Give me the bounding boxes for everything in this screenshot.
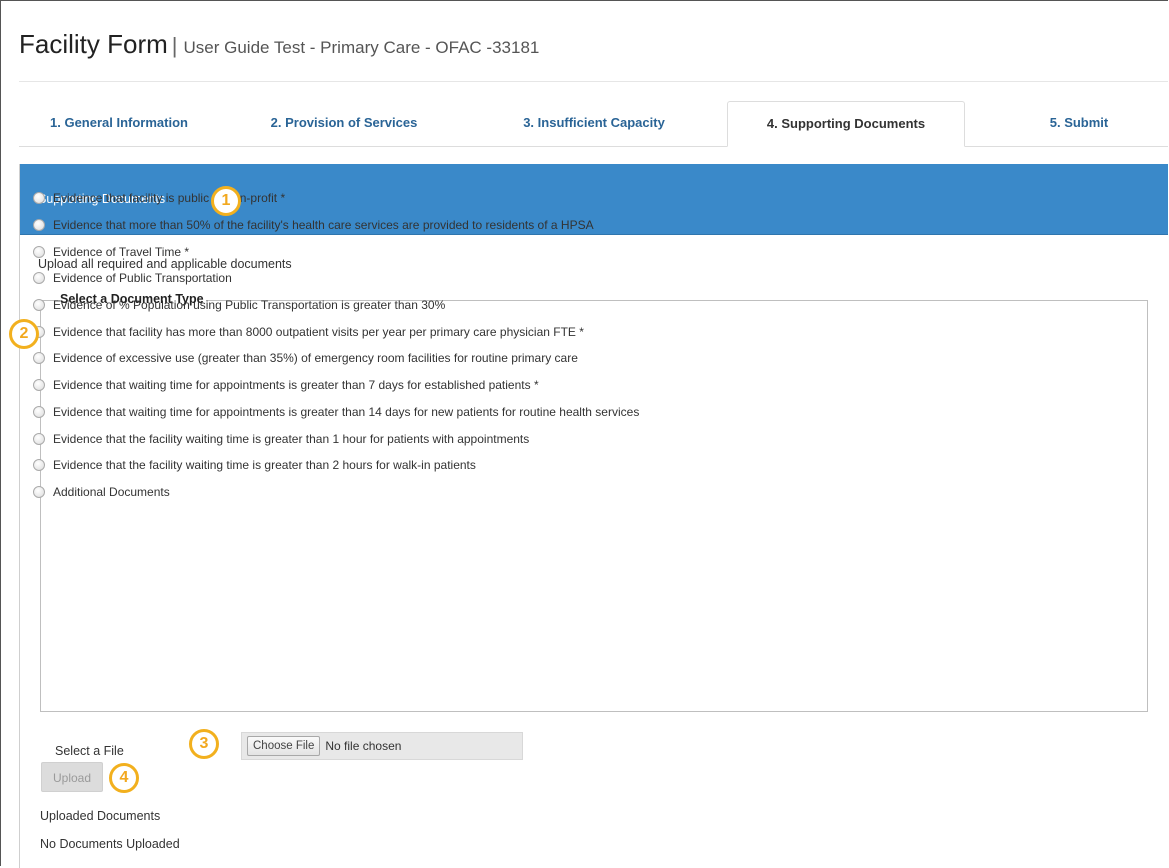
document-type-option[interactable]: Evidence that facility has more than 800… bbox=[33, 318, 639, 345]
document-type-option[interactable]: Evidence that facility is public or non-… bbox=[33, 185, 639, 212]
uploaded-documents-heading: Uploaded Documents bbox=[40, 809, 161, 823]
document-type-option[interactable]: Additional Documents bbox=[33, 479, 639, 506]
radio-button[interactable] bbox=[33, 352, 45, 365]
tab-supporting-documents[interactable]: 4. Supporting Documents bbox=[727, 101, 965, 147]
radio-button[interactable] bbox=[33, 405, 45, 418]
option-label: Evidence of Public Transportation bbox=[53, 271, 232, 286]
option-label: Evidence of excessive use (greater than … bbox=[53, 351, 578, 366]
select-file-label: Select a File bbox=[55, 744, 124, 758]
radio-button[interactable] bbox=[33, 299, 45, 312]
document-type-option[interactable]: Evidence that the facility waiting time … bbox=[33, 452, 639, 479]
document-type-option[interactable]: Evidence of excessive use (greater than … bbox=[33, 345, 639, 372]
document-type-option[interactable]: Evidence that more than 50% of the facil… bbox=[33, 212, 639, 239]
option-label: Evidence that waiting time for appointme… bbox=[53, 378, 539, 393]
file-input[interactable]: Choose File No file chosen bbox=[241, 732, 523, 760]
no-documents-text: No Documents Uploaded bbox=[40, 837, 180, 851]
option-label: Evidence of % Population using Public Tr… bbox=[53, 298, 446, 313]
document-type-option[interactable]: Evidence of Travel Time * bbox=[33, 238, 639, 265]
file-status: No file chosen bbox=[325, 739, 402, 753]
callout-badge-3: 3 bbox=[189, 729, 219, 759]
document-type-option[interactable]: Evidence that waiting time for appointme… bbox=[33, 372, 639, 399]
option-label: Evidence that the facility waiting time … bbox=[53, 458, 476, 473]
page-title-text: Facility Form bbox=[19, 29, 168, 59]
radio-button[interactable] bbox=[33, 192, 45, 205]
option-label: Evidence that facility is public or non-… bbox=[53, 191, 286, 206]
radio-button[interactable] bbox=[33, 219, 45, 232]
option-label: Evidence of Travel Time * bbox=[53, 244, 190, 259]
callout-badge-4: 4 bbox=[109, 763, 139, 793]
page-subtitle: User Guide Test - Primary Care - OFAC -3… bbox=[183, 38, 540, 57]
tab-submit[interactable]: 5. Submit bbox=[1004, 101, 1154, 145]
document-type-option[interactable]: Evidence of % Population using Public Tr… bbox=[33, 292, 639, 319]
title-divider bbox=[19, 81, 1168, 82]
document-type-option[interactable]: Evidence of Public Transportation bbox=[33, 265, 639, 292]
page-title: Facility Form | User Guide Test - Primary … bbox=[19, 29, 539, 60]
document-type-option[interactable]: Evidence that the facility waiting time … bbox=[33, 425, 639, 452]
option-label: Evidence that the facility waiting time … bbox=[53, 431, 530, 446]
radio-button[interactable] bbox=[33, 459, 45, 472]
title-separator: | bbox=[171, 33, 178, 58]
option-label: Evidence that more than 50% of the facil… bbox=[53, 218, 594, 233]
form-tabs: 1. General Information 2. Provision of S… bbox=[19, 101, 1168, 147]
upload-button[interactable]: Upload bbox=[41, 762, 103, 792]
radio-button[interactable] bbox=[33, 485, 45, 498]
callout-badge-2: 2 bbox=[9, 319, 39, 349]
tab-provision-of-services[interactable]: 2. Provision of Services bbox=[234, 101, 454, 145]
radio-button[interactable] bbox=[33, 272, 45, 285]
callout-badge-1: 1 bbox=[211, 186, 241, 216]
radio-button[interactable] bbox=[33, 245, 45, 258]
facility-form-window: Facility Form | User Guide Test - Primary … bbox=[0, 0, 1168, 868]
document-type-options: Evidence that facility is public or non-… bbox=[33, 185, 639, 505]
tab-insufficient-capacity[interactable]: 3. Insufficient Capacity bbox=[484, 101, 704, 145]
radio-button[interactable] bbox=[33, 432, 45, 445]
document-type-option[interactable]: Evidence that waiting time for appointme… bbox=[33, 399, 639, 426]
radio-button[interactable] bbox=[33, 379, 45, 392]
option-label: Evidence that waiting time for appointme… bbox=[53, 404, 640, 419]
option-label: Evidence that facility has more than 800… bbox=[53, 324, 584, 339]
tab-general-information[interactable]: 1. General Information bbox=[19, 101, 219, 145]
option-label: Additional Documents bbox=[53, 484, 170, 499]
choose-file-button[interactable]: Choose File bbox=[247, 736, 321, 756]
